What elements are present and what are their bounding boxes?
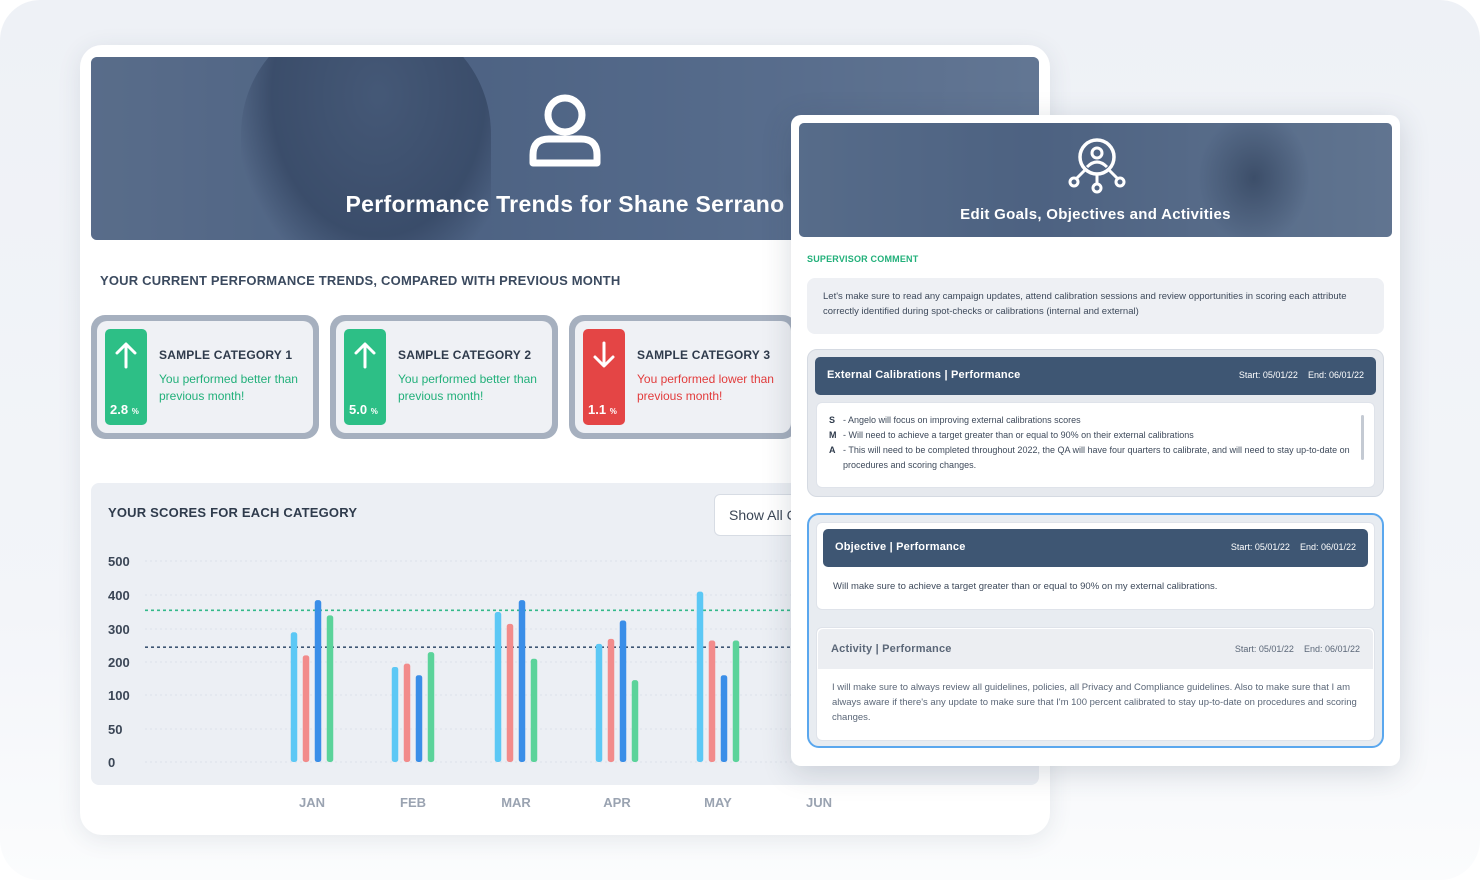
objective-header-label: Objective | Performance (835, 541, 966, 553)
chart-bar (494, 612, 502, 762)
y-tick-label: 100 (108, 688, 130, 703)
chart-bar (619, 620, 627, 762)
y-tick-label: 300 (108, 622, 130, 637)
objective-header[interactable]: Objective | Performance Start: 05/01/22 E… (823, 529, 1368, 567)
goal-start-date: Start: 05/01/22 (1238, 370, 1298, 380)
y-tick-label: 50 (108, 722, 122, 737)
chart-bar (708, 640, 716, 762)
objective-group-selected[interactable]: Objective | Performance Start: 05/01/22 E… (807, 513, 1384, 748)
activity-header-label: Activity | Performance (831, 643, 952, 655)
chart-bar (427, 652, 435, 762)
activity-start-date: Start: 05/01/22 (1234, 644, 1294, 654)
objective-start-date: Start: 05/01/22 (1230, 542, 1290, 552)
smart-item-a: A- This will need to be completed throug… (829, 445, 1350, 470)
chart-bar (391, 666, 399, 762)
objective-card[interactable]: Objective | Performance Start: 05/01/22 E… (816, 522, 1375, 610)
supervisor-comment-text: Let's make sure to read any campaign upd… (807, 278, 1384, 334)
y-tick-label: 500 (108, 554, 130, 569)
chart-bar (314, 600, 322, 762)
y-tick-label: 400 (108, 588, 130, 603)
x-tick-label: MAR (501, 795, 531, 810)
external-calibrations-goal[interactable]: External Calibrations | Performance Star… (807, 349, 1384, 497)
activity-text: I will make sure to always review all gu… (832, 682, 1357, 723)
chart-bar (506, 623, 514, 762)
chart-bar (290, 632, 298, 762)
goal-network-icon (1068, 138, 1126, 194)
goals-card: Edit Goals, Objectives and Activities SU… (791, 115, 1400, 766)
activity-card[interactable]: Activity | Performance Start: 05/01/22 En… (816, 627, 1375, 741)
chart-bar (326, 615, 334, 762)
objective-end-date: End: 06/01/22 (1299, 542, 1356, 552)
chart-bar (530, 658, 538, 762)
goal-header-label: External Calibrations | Performance (827, 369, 1021, 381)
goal-end-date: End: 06/01/22 (1307, 370, 1364, 380)
smart-item-s: S- Angelo will focus on improving extern… (829, 415, 1081, 425)
chart-bar (607, 638, 615, 762)
chart-bar (595, 643, 603, 762)
chart-bar (696, 591, 704, 762)
chart-bar (518, 600, 526, 762)
activity-header[interactable]: Activity | Performance Start: 05/01/22 En… (818, 629, 1373, 669)
goals-hero-banner: Edit Goals, Objectives and Activities (799, 123, 1392, 237)
objective-text: Will make sure to achieve a target great… (833, 581, 1218, 592)
x-tick-label: JAN (299, 795, 325, 810)
goals-title: Edit Goals, Objectives and Activities (960, 206, 1231, 223)
activity-end-date: End: 06/01/22 (1303, 644, 1360, 654)
y-tick-label: 0 (108, 755, 115, 770)
chart-bar (403, 663, 411, 762)
chart-bar (732, 640, 740, 762)
x-tick-label: FEB (400, 795, 426, 810)
details-scrollbar[interactable] (1361, 415, 1364, 460)
goal-header[interactable]: External Calibrations | Performance Star… (815, 357, 1376, 395)
x-tick-label: APR (603, 795, 631, 810)
chart-bar (631, 680, 639, 762)
smart-item-m: M- Will need to achieve a target greater… (829, 430, 1194, 440)
smart-goal-details: S- Angelo will focus on improving extern… (816, 402, 1375, 488)
supervisor-comment-label: SUPERVISOR COMMENT (807, 254, 919, 264)
y-tick-label: 200 (108, 655, 130, 670)
x-tick-label: JUN (806, 795, 832, 810)
x-tick-label: MAY (704, 795, 732, 810)
chart-bar (415, 675, 423, 762)
chart-bar (302, 655, 310, 762)
chart-bar (720, 675, 728, 762)
